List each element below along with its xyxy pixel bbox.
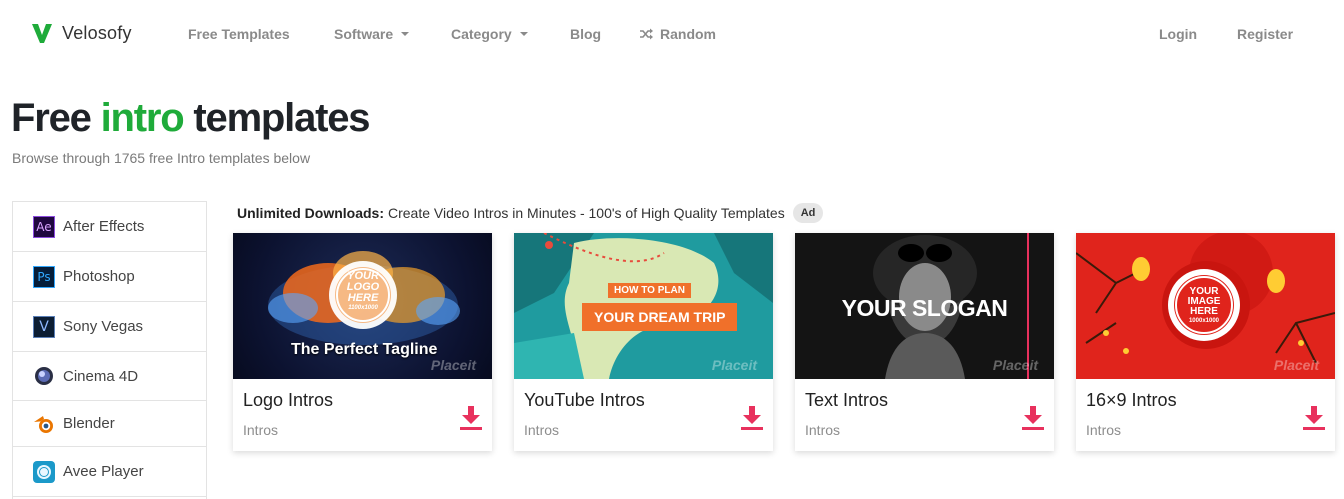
brand-link[interactable]: Velosofy (32, 22, 132, 44)
thumb-text: HERE (347, 292, 379, 304)
template-card-youtube-intros[interactable]: HOW TO PLAN YOUR DREAM TRIP Placeit YouT… (514, 233, 773, 451)
velosofy-logo-icon (32, 24, 52, 43)
card-category[interactable]: Intros (1086, 422, 1121, 438)
caret-down-icon (519, 32, 528, 36)
card-title[interactable]: Logo Intros (243, 390, 333, 411)
card-category[interactable]: Intros (805, 422, 840, 438)
caret-down-icon (401, 32, 410, 36)
after-effects-icon: Ae (33, 215, 55, 238)
card-title[interactable]: YouTube Intros (524, 390, 645, 411)
thumb-text: YOUR DREAM TRIP (582, 303, 738, 331)
image-placeholder-text: YOUR IMAGE HERE 1000x1000 (1179, 287, 1229, 325)
blender-icon (33, 413, 55, 435)
thumb-text: 1100x1000 (348, 305, 378, 311)
software-sidebar: Ae After Effects Ps Photoshop V Sony Veg… (12, 201, 207, 499)
page-title: Free intro templates (11, 96, 371, 141)
card-title[interactable]: 16×9 Intros (1086, 390, 1177, 411)
nav-software-dropdown[interactable]: Software (334, 26, 410, 42)
page-subtitle: Browse through 1765 free Intro templates… (12, 150, 311, 166)
shuffle-icon (640, 28, 653, 40)
ad-bold-label: Unlimited Downloads: (237, 205, 384, 221)
logo-placeholder-text: YOUR LOGO HERE 1100x1000 (337, 271, 389, 312)
avee-player-icon (33, 460, 55, 483)
thumb-text: HOW TO PLAN (608, 283, 691, 298)
thumb-watermark: Placeit (1273, 357, 1319, 373)
sidebar-item-sony-vegas[interactable]: V Sony Vegas (13, 302, 206, 352)
sidebar-item-label: Photoshop (63, 268, 135, 285)
download-icon[interactable] (1303, 406, 1325, 430)
thumb-text: HERE (1190, 306, 1218, 317)
brand-name: Velosofy (62, 22, 132, 43)
login-label: Login (1159, 26, 1198, 42)
card-thumbnail[interactable]: YOUR SLOGAN Placeit (795, 233, 1054, 379)
nav-free-templates[interactable]: Free Templates (188, 26, 290, 42)
login-link[interactable]: Login (1159, 26, 1197, 42)
sidebar-item-blender[interactable]: Blender (13, 401, 206, 447)
sidebar-item-avee-player[interactable]: Avee Player (13, 447, 206, 497)
cinema-4d-icon (33, 365, 55, 387)
thumb-text: 1000x1000 (1188, 318, 1220, 324)
card-category[interactable]: Intros (243, 422, 278, 438)
template-card-16x9-intros[interactable]: YOUR IMAGE HERE 1000x1000 Placeit 16×9 I… (1076, 233, 1335, 451)
card-thumbnail[interactable]: YOUR LOGO HERE 1100x1000 The Perfect Tag… (233, 233, 492, 379)
card-category[interactable]: Intros (524, 422, 559, 438)
title-part: Free (11, 96, 101, 140)
sidebar-item-label: Cinema 4D (63, 367, 139, 385)
register-label: Register (1237, 26, 1294, 42)
thumb-watermark: Placeit (430, 357, 476, 373)
nav-blog[interactable]: Blog (570, 26, 601, 42)
download-icon[interactable] (1022, 406, 1044, 430)
nav-random-label: Random (660, 26, 716, 42)
sidebar-item-label: After Effects (63, 218, 145, 235)
thumb-text: YOUR SLOGAN (841, 295, 1008, 321)
photoshop-icon: Ps (33, 265, 55, 288)
nav-software-label: Software (334, 26, 394, 42)
sidebar-item-label: Blender (63, 415, 115, 432)
title-accent: intro (100, 96, 185, 140)
ad-banner[interactable]: Unlimited Downloads: Create Video Intros… (237, 203, 824, 223)
ad-badge: Ad (792, 203, 824, 223)
card-thumbnail[interactable]: YOUR IMAGE HERE 1000x1000 Placeit (1076, 233, 1335, 379)
template-card-text-intros[interactable]: YOUR SLOGAN Placeit Text Intros Intros (795, 233, 1054, 451)
sony-vegas-icon: V (33, 315, 55, 338)
nav-category-dropdown[interactable]: Category (451, 26, 528, 42)
thumb-watermark: Placeit (711, 357, 757, 373)
nav-free-templates-label: Free Templates (188, 26, 290, 42)
thumb-watermark: Placeit (992, 357, 1038, 373)
template-card-logo-intros[interactable]: YOUR LOGO HERE 1100x1000 The Perfect Tag… (233, 233, 492, 451)
download-icon[interactable] (460, 406, 482, 430)
top-navbar: Velosofy Free Templates Software Categor… (0, 0, 1344, 68)
sidebar-item-after-effects[interactable]: Ae After Effects (13, 202, 206, 252)
sidebar-item-label: Avee Player (63, 463, 144, 480)
nav-blog-label: Blog (570, 26, 602, 42)
title-part: templates (183, 96, 370, 140)
nav-random[interactable]: Random (640, 26, 716, 42)
card-title[interactable]: Text Intros (805, 390, 888, 411)
card-thumbnail[interactable]: HOW TO PLAN YOUR DREAM TRIP Placeit (514, 233, 773, 379)
ad-text: Create Video Intros in Minutes - 100's o… (388, 205, 785, 221)
nav-category-label: Category (451, 26, 512, 42)
download-icon[interactable] (741, 406, 763, 430)
sidebar-item-cinema-4d[interactable]: Cinema 4D (13, 352, 206, 401)
sidebar-item-photoshop[interactable]: Ps Photoshop (13, 252, 206, 302)
register-link[interactable]: Register (1237, 26, 1293, 42)
sidebar-item-label: Sony Vegas (63, 318, 144, 335)
thumb-tagline: The Perfect Tagline (291, 341, 438, 358)
